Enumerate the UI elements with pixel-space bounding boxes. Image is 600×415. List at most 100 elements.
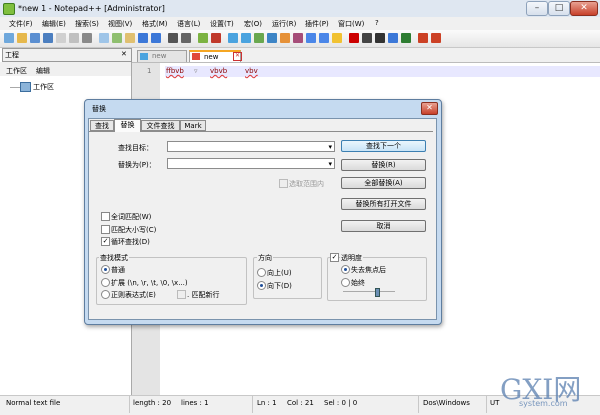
menu-search[interactable]: 搜索(S) bbox=[75, 19, 99, 29]
cancel-button[interactable]: 取消 bbox=[341, 220, 426, 232]
print-icon[interactable] bbox=[82, 33, 92, 43]
replace-button[interactable]: 替换(R) bbox=[341, 159, 426, 171]
zoom-out-icon[interactable] bbox=[211, 33, 221, 43]
dot-newline-label: . 匹配新行 bbox=[187, 291, 220, 299]
dialog-close-button[interactable]: ✕ bbox=[421, 102, 438, 115]
paste-icon[interactable] bbox=[125, 33, 135, 43]
transparency-slider-thumb[interactable] bbox=[375, 288, 380, 297]
menu-window[interactable]: 窗口(W) bbox=[338, 19, 364, 29]
panel-menu-edit[interactable]: 编辑 bbox=[36, 66, 50, 76]
sync-h-icon[interactable] bbox=[241, 33, 251, 43]
match-case-checkbox[interactable] bbox=[101, 225, 110, 234]
transparency-checkbox[interactable]: ✓ bbox=[330, 253, 339, 262]
minimize-button[interactable]: – bbox=[526, 1, 548, 16]
transparency-slider-track[interactable] bbox=[343, 291, 395, 292]
undo-icon[interactable] bbox=[138, 33, 148, 43]
direction-up-radio[interactable] bbox=[257, 268, 266, 277]
mode-regex-radio[interactable] bbox=[101, 290, 110, 299]
line-number: 1 bbox=[147, 67, 152, 75]
transparency-title: 透明度 bbox=[340, 253, 363, 263]
dot-newline-checkbox[interactable] bbox=[177, 290, 186, 299]
tab-find-in-files[interactable]: 文件查找 bbox=[141, 120, 180, 131]
save-all-icon[interactable] bbox=[43, 33, 53, 43]
on-lose-focus-radio[interactable] bbox=[341, 265, 350, 274]
menu-plugins[interactable]: 插件(P) bbox=[305, 19, 329, 29]
all-chars-icon[interactable] bbox=[267, 33, 277, 43]
find-input[interactable]: ▾ bbox=[167, 141, 335, 152]
wrap-around-checkbox[interactable]: ✓ bbox=[101, 237, 110, 246]
direction-group bbox=[253, 257, 322, 299]
replace-input[interactable]: ▾ bbox=[167, 158, 335, 169]
mode-regex-label: 正则表达式(E) bbox=[111, 291, 156, 299]
find-next-button[interactable]: 查找下一个 bbox=[341, 140, 426, 152]
menu-view[interactable]: 视图(V) bbox=[108, 19, 132, 29]
play-icon[interactable] bbox=[375, 33, 385, 43]
spell-next-icon[interactable] bbox=[431, 33, 441, 43]
save-macro-icon[interactable] bbox=[401, 33, 411, 43]
mode-normal-radio[interactable] bbox=[101, 265, 110, 274]
replace-all-open-button[interactable]: 替换所有打开文件 bbox=[341, 198, 426, 210]
tab-char-icon: ▿ bbox=[194, 67, 198, 75]
tree-workspace[interactable]: 工作区 bbox=[33, 82, 54, 92]
replace-icon[interactable] bbox=[181, 33, 191, 43]
save-icon[interactable] bbox=[30, 33, 40, 43]
new-file-icon[interactable] bbox=[4, 33, 14, 43]
whole-word-checkbox[interactable] bbox=[101, 212, 110, 221]
find-icon[interactable] bbox=[168, 33, 178, 43]
menu-macro[interactable]: 宏(O) bbox=[244, 19, 262, 29]
mode-normal-label: 普通 bbox=[111, 266, 125, 274]
close-icon[interactable] bbox=[56, 33, 66, 43]
notepad-plus-plus-icon bbox=[3, 3, 15, 15]
in-selection-checkbox[interactable] bbox=[279, 179, 288, 188]
code-word: vbv bbox=[245, 67, 258, 75]
menu-run[interactable]: 运行(R) bbox=[272, 19, 296, 29]
watermark-site: system.com bbox=[519, 399, 568, 408]
dropdown-arrow-icon[interactable]: ▾ bbox=[328, 142, 332, 152]
tab-find[interactable]: 查找 bbox=[90, 120, 114, 131]
menu-help[interactable]: ? bbox=[375, 19, 379, 27]
folder-icon[interactable] bbox=[332, 33, 342, 43]
redo-icon[interactable] bbox=[151, 33, 161, 43]
sync-v-icon[interactable] bbox=[228, 33, 238, 43]
function-list-icon[interactable] bbox=[319, 33, 329, 43]
stop-icon[interactable] bbox=[362, 33, 372, 43]
panel-menu-workspace[interactable]: 工作区 bbox=[6, 66, 27, 76]
close-button[interactable]: ✕ bbox=[570, 1, 598, 16]
copy-icon[interactable] bbox=[112, 33, 122, 43]
menu-language[interactable]: 语言(L) bbox=[177, 19, 200, 29]
tab-close-icon[interactable]: ✕ bbox=[233, 52, 242, 61]
tab-mark[interactable]: Mark bbox=[180, 120, 206, 131]
always-label: 始终 bbox=[351, 279, 365, 287]
maximize-button[interactable]: □ bbox=[548, 1, 570, 16]
menu-format[interactable]: 格式(M) bbox=[142, 19, 168, 29]
play-multi-icon[interactable] bbox=[388, 33, 398, 43]
status-lines: lines : 1 bbox=[181, 399, 209, 407]
wrap-icon[interactable] bbox=[254, 33, 264, 43]
record-icon[interactable] bbox=[349, 33, 359, 43]
match-case-label: 匹配大小写(C) bbox=[111, 226, 157, 234]
open-file-icon[interactable] bbox=[17, 33, 27, 43]
zoom-in-icon[interactable] bbox=[198, 33, 208, 43]
lang-icon[interactable] bbox=[293, 33, 303, 43]
menu-file[interactable]: 文件(F) bbox=[9, 19, 33, 29]
status-ln: Ln : 1 bbox=[257, 399, 277, 407]
status-file-type: Normal text file bbox=[6, 399, 61, 407]
doc-map-icon[interactable] bbox=[306, 33, 316, 43]
direction-down-radio[interactable] bbox=[257, 281, 266, 290]
menu-edit[interactable]: 编辑(E) bbox=[42, 19, 66, 29]
panel-close-icon[interactable]: ✕ bbox=[121, 50, 127, 58]
replace-all-button[interactable]: 全部替换(A) bbox=[341, 177, 426, 189]
menu-settings[interactable]: 设置(T) bbox=[210, 19, 234, 29]
always-radio[interactable] bbox=[341, 278, 350, 287]
tab-replace[interactable]: 替换 bbox=[114, 119, 141, 132]
status-separator bbox=[252, 396, 253, 413]
direction-up-label: 向上(U) bbox=[267, 269, 292, 277]
cut-icon[interactable] bbox=[99, 33, 109, 43]
window-title: *new 1 - Notepad++ [Administrator] bbox=[18, 4, 165, 13]
spell-icon[interactable] bbox=[418, 33, 428, 43]
close-all-icon[interactable] bbox=[69, 33, 79, 43]
find-label: 查找目标： bbox=[118, 144, 153, 152]
mode-extended-radio[interactable] bbox=[101, 278, 110, 287]
indent-guide-icon[interactable] bbox=[280, 33, 290, 43]
dropdown-arrow-icon[interactable]: ▾ bbox=[328, 159, 332, 169]
